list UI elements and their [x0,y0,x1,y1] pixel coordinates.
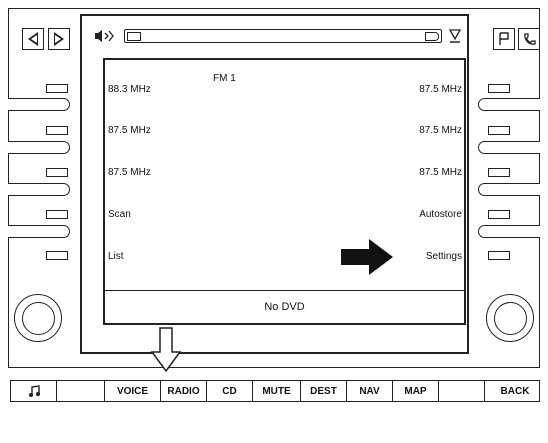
right-lever-1[interactable] [478,98,540,111]
tune-knob[interactable] [486,294,534,342]
music-note-icon [28,385,40,397]
radio-screen [103,58,466,325]
left-lever-3[interactable] [8,183,70,196]
left-lever-1[interactable] [8,98,70,111]
progress-slider[interactable] [124,29,442,43]
volume-knob-center [22,302,55,335]
cd-button[interactable]: CD [207,381,253,401]
back-button[interactable]: BACK [485,381,545,401]
right-preset-3[interactable]: 87.5 MHz [419,167,462,178]
nav-button[interactable]: NAV [347,381,393,401]
flag-icon [499,32,509,45]
left-softkey-4[interactable] [46,210,68,219]
seek-forward-icon [54,32,64,46]
tune-knob-center [494,302,527,335]
right-softkey-1[interactable] [488,84,510,93]
left-preset-3[interactable]: 87.5 MHz [108,167,151,178]
map-button[interactable]: MAP [393,381,439,401]
pointer-arrow-right [339,237,395,277]
eject-icon[interactable] [446,26,464,46]
voice-button[interactable]: VOICE [105,381,161,401]
left-preset-1[interactable]: 88.3 MHz [108,84,151,95]
settings-item[interactable]: Settings [426,251,462,262]
scan-item[interactable]: Scan [108,209,131,220]
right-preset-2[interactable]: 87.5 MHz [419,125,462,136]
left-lever-2[interactable] [8,141,70,154]
radio-button[interactable]: RADIO [161,381,207,401]
right-softkey-5[interactable] [488,251,510,260]
seek-back-icon [28,32,38,46]
dest-button[interactable]: DEST [301,381,347,401]
status-bar: No DVD [105,290,464,323]
seek-forward-button[interactable] [48,28,70,50]
audio-source-icon[interactable] [92,28,118,44]
right-lever-4[interactable] [478,225,540,238]
right-softkey-2[interactable] [488,126,510,135]
flag-button[interactable] [493,28,515,50]
left-softkey-3[interactable] [46,168,68,177]
blank-button[interactable] [57,381,105,401]
pointer-arrow-down [150,326,182,374]
phone-button[interactable] [518,28,540,50]
slider-end [425,32,439,41]
seek-back-button[interactable] [22,28,44,50]
right-lever-3[interactable] [478,183,540,196]
right-softkey-3[interactable] [488,168,510,177]
left-softkey-2[interactable] [46,126,68,135]
left-preset-2[interactable]: 87.5 MHz [108,125,151,136]
slider-thumb[interactable] [127,32,141,41]
right-preset-1[interactable]: 87.5 MHz [419,84,462,95]
volume-knob[interactable] [14,294,62,342]
list-item[interactable]: List [108,251,124,262]
band-label: FM 1 [213,73,236,84]
right-softkey-4[interactable] [488,210,510,219]
left-lever-4[interactable] [8,225,70,238]
status-text: No DVD [264,301,305,313]
autostore-item[interactable]: Autostore [419,209,462,220]
blank-button-2[interactable] [439,381,485,401]
music-button[interactable] [11,381,57,401]
hard-button-bar: VOICE RADIO CD MUTE DEST NAV MAP BACK [10,380,540,402]
mute-button[interactable]: MUTE [253,381,301,401]
left-softkey-5[interactable] [46,251,68,260]
right-lever-2[interactable] [478,141,540,154]
phone-icon [524,33,536,45]
left-softkey-1[interactable] [46,84,68,93]
